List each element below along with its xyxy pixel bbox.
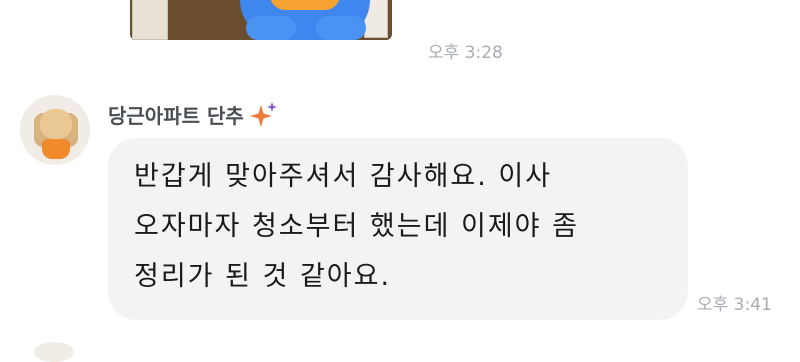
dog-avatar-icon[interactable] xyxy=(20,95,90,165)
sticker-character-beak xyxy=(270,0,340,10)
sticker-door-left xyxy=(132,0,168,40)
sparkle-icon xyxy=(249,101,277,127)
sticker-message[interactable] xyxy=(120,0,400,42)
message-timestamp: 오후 3:28 xyxy=(428,43,503,63)
sticker-character-foot xyxy=(246,16,296,40)
message-text-line: 반갑게 맞아주셔서 감사해요. 이사 xyxy=(134,161,553,192)
sticker-character-foot xyxy=(316,16,366,40)
next-avatar-icon xyxy=(34,342,74,362)
message-bubble[interactable]: 반갑게 맞아주셔서 감사해요. 이사 오자마자 청소부터 했는데 이제야 좀 정… xyxy=(108,138,688,320)
message-text-line: 정리가 된 것 같아요. xyxy=(134,261,392,292)
avatar-shirt xyxy=(42,139,70,159)
sender-header: 당근아파트 단추 xyxy=(108,100,278,129)
avatar-head xyxy=(40,109,72,139)
sender-name[interactable]: 당근아파트 단추 xyxy=(108,100,244,129)
message-text-line: 오자마자 청소부터 했는데 이제야 좀 xyxy=(134,211,579,242)
message-timestamp: 오후 3:41 xyxy=(697,295,772,315)
